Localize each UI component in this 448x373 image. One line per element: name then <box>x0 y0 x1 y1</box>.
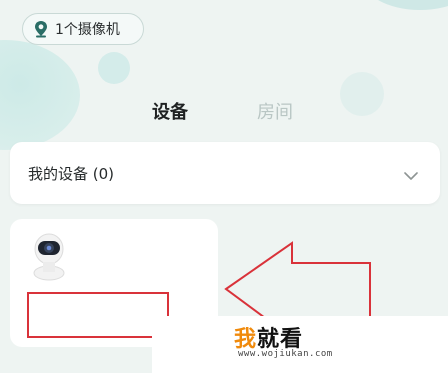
tab-bar: 设备 房间 <box>0 98 448 128</box>
highlight-box <box>27 292 169 338</box>
tab-rooms[interactable]: 房间 <box>257 98 293 124</box>
tab-devices[interactable]: 设备 <box>152 98 188 124</box>
decor-bubble <box>0 40 80 150</box>
my-devices-label: 我的设备 (0) <box>28 165 115 183</box>
security-camera-icon <box>30 231 68 281</box>
camera-count-label: 1个摄像机 <box>55 22 120 38</box>
chevron-down-icon[interactable] <box>404 166 418 180</box>
watermark: 我就看 www.wojiukan.com <box>152 316 448 373</box>
camera-count-pill[interactable]: 1个摄像机 <box>22 13 144 45</box>
decor-bubble <box>360 0 448 10</box>
my-devices-dropdown[interactable]: 我的设备 (0) <box>10 142 440 204</box>
watermark-url: www.wojiukan.com <box>238 349 333 359</box>
location-pin-icon <box>33 20 49 38</box>
decor-bubble <box>98 52 130 84</box>
